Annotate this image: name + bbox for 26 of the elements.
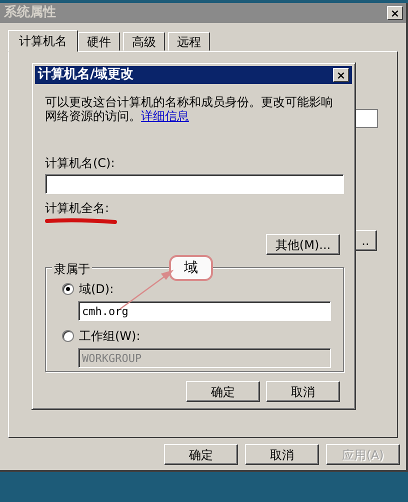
dialog-button[interactable]: 确定 — [186, 381, 260, 402]
dialog-button[interactable]: 确定 — [164, 444, 238, 465]
description-text: 可以更改这台计算机的名称和成员身份。更改可能影响网络资源的访问。详细信息 — [45, 95, 334, 123]
change-button[interactable]: .. — [354, 230, 377, 251]
tab[interactable]: 高级 — [123, 32, 165, 51]
tab[interactable]: 计算机名 — [8, 30, 78, 52]
text-field[interactable]: cmh.org — [78, 301, 331, 321]
radio-label: 工作组(W): — [79, 328, 140, 345]
dialog-button[interactable]: 取消 — [245, 444, 319, 465]
group-legend: 隶属于 — [52, 260, 92, 278]
tab[interactable]: 远程 — [168, 32, 210, 51]
window-title: 系统属性 — [4, 4, 56, 22]
more-button[interactable]: 其他(M)... — [266, 234, 340, 255]
dialog-title: 计算机名/域更改 — [38, 66, 134, 84]
radio-button[interactable] — [62, 283, 74, 295]
close-button[interactable]: × — [333, 68, 349, 82]
redaction-scribble — [45, 217, 117, 225]
computer-name-field[interactable] — [45, 174, 344, 194]
dialog-button[interactable]: 取消 — [266, 381, 340, 402]
tab[interactable]: 硬件 — [78, 32, 120, 51]
field-label: 计算机名(C): — [45, 155, 116, 172]
close-button[interactable]: × — [387, 6, 403, 20]
details-link[interactable]: 详细信息 — [141, 109, 189, 123]
field-label: 计算机全名: — [45, 200, 110, 217]
radio-label: 域(D): — [79, 281, 114, 298]
callout-label: 域 — [169, 255, 213, 281]
